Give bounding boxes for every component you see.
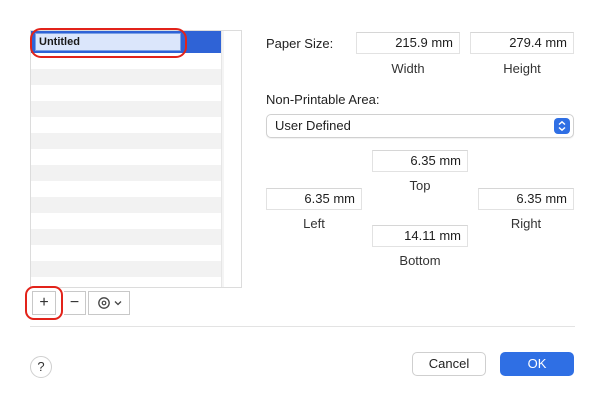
list-row — [31, 261, 221, 277]
highlight-ring-name — [30, 28, 187, 58]
highlight-ring-add — [25, 286, 63, 320]
list-row — [31, 101, 221, 117]
list-row — [31, 133, 221, 149]
bottom-margin-field[interactable]: 14.11 mm — [372, 225, 468, 247]
non-printable-area-label: Non-Printable Area: — [266, 92, 380, 107]
height-label: Height — [503, 61, 541, 76]
top-margin-field[interactable]: 6.35 mm — [372, 150, 468, 172]
right-margin-field[interactable]: 6.35 mm — [478, 188, 574, 210]
height-field[interactable]: 279.4 mm — [470, 32, 574, 54]
action-menu-button[interactable] — [88, 291, 130, 315]
ok-button[interactable]: OK — [500, 352, 574, 376]
help-button[interactable]: ? — [30, 356, 52, 378]
list-row — [31, 197, 221, 213]
cancel-button[interactable]: Cancel — [412, 352, 486, 376]
left-margin-label: Left — [303, 216, 325, 231]
right-margin-label: Right — [510, 216, 542, 231]
list-row — [31, 69, 221, 85]
top-margin-label: Top — [409, 178, 431, 193]
non-printable-area-popup[interactable]: User Defined — [266, 114, 574, 138]
bottom-margin-label: Bottom — [399, 253, 441, 268]
paper-sizes-list[interactable]: Untitled — [30, 30, 242, 288]
width-field[interactable]: 215.9 mm — [356, 32, 460, 54]
popup-stepper-icon — [554, 118, 570, 134]
list-row — [31, 165, 221, 181]
list-scrollbar[interactable] — [221, 31, 224, 287]
footer-divider — [30, 326, 575, 327]
remove-size-button[interactable]: − — [64, 291, 86, 315]
width-label: Width — [391, 61, 425, 76]
left-margin-field[interactable]: 6.35 mm — [266, 188, 362, 210]
gear-icon — [97, 297, 110, 309]
paper-size-label: Paper Size: — [266, 36, 334, 51]
popup-selected-value: User Defined — [275, 118, 351, 133]
chevron-down-icon — [114, 301, 121, 306]
list-row — [31, 229, 221, 245]
